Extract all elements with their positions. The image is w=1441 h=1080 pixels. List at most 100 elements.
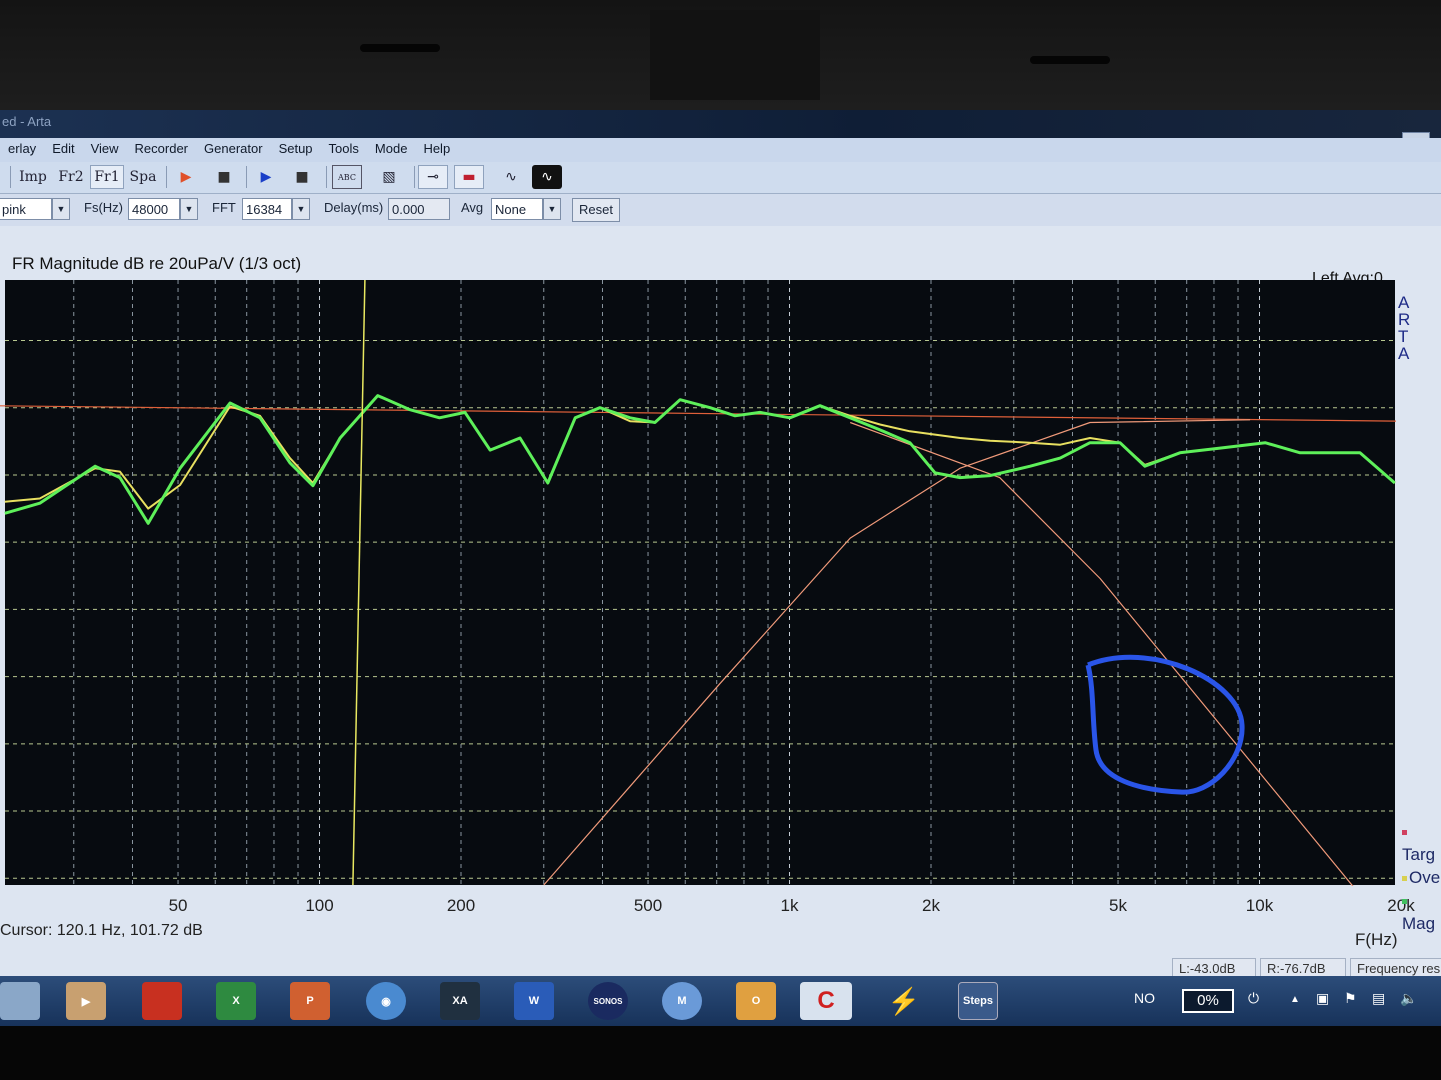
network-icon[interactable]: ▣ — [1316, 990, 1329, 1007]
x-tick-label: 200 — [446, 896, 476, 915]
reset-button[interactable]: Reset — [572, 198, 620, 222]
legend-label: Mag — [1402, 914, 1436, 933]
action-center-flag-icon[interactable]: ⚑ — [1344, 990, 1357, 1007]
x-tick-label: 10k — [1245, 896, 1274, 915]
steps-recorder-icon[interactable]: Steps — [958, 982, 998, 1020]
fft-select[interactable]: 16384 — [242, 198, 292, 220]
x-tick-label: 2k — [922, 896, 940, 915]
hatch-icon[interactable]: ▧ — [374, 165, 404, 189]
chevron-down-icon[interactable]: ▼ — [52, 198, 70, 220]
spa-mode-button[interactable]: Spa — [126, 165, 160, 189]
watermark-letter: A — [1398, 293, 1410, 312]
generator-play-icon[interactable]: ▶ — [254, 165, 278, 189]
menu-generator[interactable]: Generator — [196, 141, 271, 162]
menu-edit[interactable]: Edit — [44, 141, 82, 162]
avg-select[interactable]: None — [491, 198, 543, 220]
menu-bar: erlay Edit View Recorder Generator Setup… — [0, 138, 1441, 162]
status-mode: Frequency res — [1350, 958, 1441, 978]
language-indicator[interactable]: NO — [1134, 990, 1155, 1006]
legend-label: Targ — [1402, 845, 1436, 864]
show-hidden-icons-arrow[interactable]: ▲ — [1290, 994, 1300, 1005]
excel-icon[interactable]: X — [216, 982, 256, 1020]
bezel-slot — [360, 44, 440, 52]
volume-icon[interactable]: 🔈 — [1400, 990, 1417, 1007]
x-tick-label: 5k — [1109, 896, 1128, 915]
spectrum-icon[interactable]: ▬ — [454, 165, 484, 189]
fft-label: FFT — [212, 200, 236, 215]
menu-view[interactable]: View — [83, 141, 127, 162]
window-title-bar: ed - Arta — [0, 110, 1441, 138]
watermark-letter: R — [1398, 310, 1411, 329]
separator — [414, 166, 415, 188]
lightning-icon[interactable]: ⚡ — [884, 982, 924, 1020]
frequency-response-plot[interactable] — [0, 280, 1396, 886]
bezel-slot — [1030, 56, 1110, 64]
fs-select[interactable]: 48000 — [128, 198, 180, 220]
chevron-down-icon[interactable]: ▼ — [180, 198, 198, 220]
waveform-icon[interactable]: ∿ — [496, 165, 526, 189]
status-right-level: R:-76.7dB — [1260, 958, 1346, 978]
controls-bar: pink ▼ Fs(Hz) 48000 ▼ FFT 16384 ▼ Delay(… — [0, 194, 1441, 226]
generator-stop-icon[interactable]: ■ — [290, 165, 314, 189]
x-tick-label: 100 — [305, 896, 334, 915]
legend-item-target: Targ — [1402, 820, 1441, 866]
m-app-icon[interactable]: M — [662, 982, 702, 1020]
red-app-icon[interactable] — [142, 982, 182, 1020]
separator — [166, 166, 167, 188]
laptop-base — [0, 1026, 1441, 1080]
avg-label: Avg — [461, 200, 484, 215]
legend-item-magnitude: Mag — [1402, 889, 1441, 935]
taskbar: ▶ X P ◉ XA W SONOS M O C ⚡ Steps NO 0% ⏻… — [0, 976, 1441, 1026]
battery-indicator[interactable]: 0% — [1182, 989, 1234, 1013]
status-left-level: L:-43.0dB — [1172, 958, 1256, 978]
legend-item-overlay: Ove — [1402, 866, 1441, 889]
impulse-mode-button[interactable]: Imp — [16, 165, 50, 189]
generator-select[interactable]: pink — [0, 198, 52, 220]
ccleaner-icon[interactable]: C — [800, 982, 852, 1020]
separator — [10, 166, 11, 188]
webcam-housing — [650, 10, 820, 100]
power-plug-icon[interactable]: ⏻ — [1248, 990, 1259, 1007]
power-icon[interactable]: ▤ — [1372, 990, 1385, 1007]
legend-label: Ove — [1409, 868, 1441, 887]
cursor-readout: Cursor: 120.1 Hz, 101.72 dB — [0, 922, 203, 939]
chart-title: FR Magnitude dB re 20uPa/V (1/3 oct) — [12, 254, 302, 273]
window-title: ed - Arta — [2, 114, 52, 129]
arta-watermark: A R T A — [1398, 294, 1412, 362]
scope-icon[interactable]: ∿ — [532, 165, 562, 189]
screen-bezel — [0, 0, 1441, 110]
watermark-letter: T — [1398, 327, 1409, 346]
x-tick-label: 50 — [168, 896, 188, 915]
xa-icon[interactable]: XA — [440, 982, 480, 1020]
media-player-icon[interactable]: ▶ — [66, 982, 106, 1020]
separator — [326, 166, 327, 188]
record-stop-icon[interactable]: ■ — [212, 165, 236, 189]
abc-icon[interactable]: ABC — [332, 165, 362, 189]
watermark-letter: A — [1398, 344, 1410, 363]
word-icon[interactable]: W — [514, 982, 554, 1020]
delay-field[interactable]: 0.000 — [388, 198, 450, 220]
chevron-down-icon[interactable]: ▼ — [543, 198, 561, 220]
x-axis-label: F(Hz) — [1355, 930, 1398, 949]
delay-label: Delay(ms) — [324, 200, 384, 215]
fr2-mode-button[interactable]: Fr2 — [54, 165, 88, 189]
menu-recorder[interactable]: Recorder — [127, 141, 196, 162]
menu-setup[interactable]: Setup — [271, 141, 321, 162]
fr1-mode-button[interactable]: Fr1 — [90, 165, 124, 189]
explorer-icon[interactable] — [0, 982, 40, 1020]
x-tick-label: 500 — [633, 896, 663, 915]
office-icon[interactable]: O — [736, 982, 776, 1020]
separator — [246, 166, 247, 188]
sonos-icon[interactable]: SONOS — [588, 982, 628, 1020]
menu-help[interactable]: Help — [415, 141, 458, 162]
menu-mode[interactable]: Mode — [367, 141, 416, 162]
x-tick-label: 1k — [780, 896, 799, 915]
probe-icon[interactable]: ⊸ — [418, 165, 448, 189]
record-play-icon[interactable]: ▶ — [174, 165, 198, 189]
menu-overlay[interactable]: erlay — [0, 141, 44, 162]
itunes-icon[interactable]: ◉ — [366, 982, 406, 1020]
fs-label: Fs(Hz) — [84, 200, 123, 215]
chevron-down-icon[interactable]: ▼ — [292, 198, 310, 220]
menu-tools[interactable]: Tools — [321, 141, 367, 162]
powerpoint-icon[interactable]: P — [290, 982, 330, 1020]
